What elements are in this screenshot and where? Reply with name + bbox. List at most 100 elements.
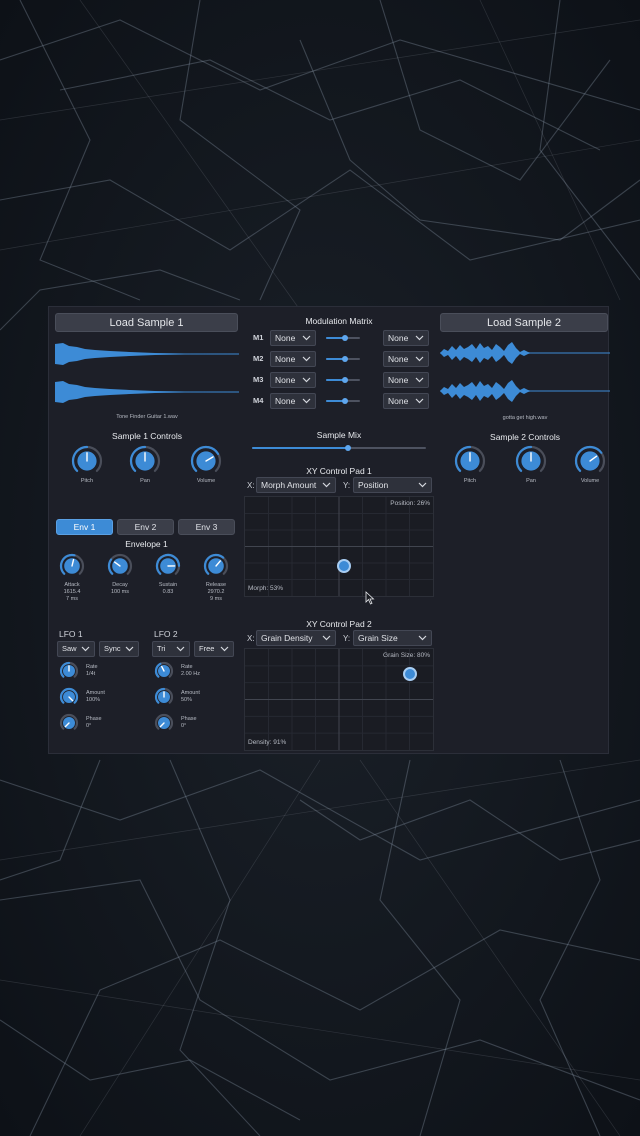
tab-env-3[interactable]: Env 3 bbox=[178, 519, 235, 535]
lfo1-amount-knob[interactable] bbox=[59, 687, 79, 707]
xy-pad-1-y-prefix: Y: bbox=[343, 481, 351, 490]
mod-amount-thumb[interactable] bbox=[341, 335, 348, 341]
lfo1-mode-dropdown[interactable]: Sync bbox=[99, 641, 139, 657]
lfo1-rate-knob[interactable] bbox=[59, 661, 79, 681]
mod-dest-dropdown[interactable]: None bbox=[383, 393, 429, 409]
sample2-pitch-knob[interactable] bbox=[454, 445, 486, 477]
mod-dest-dropdown[interactable]: None bbox=[383, 330, 429, 346]
mod-amount-thumb[interactable] bbox=[341, 377, 348, 383]
envelope-attack-value-2: 7 ms bbox=[66, 596, 78, 602]
mod-source-value: None bbox=[275, 396, 296, 406]
mod-row-label: M4 bbox=[253, 396, 264, 405]
chevron-down-icon bbox=[125, 646, 134, 652]
sample-1-controls-title: Sample 1 Controls bbox=[112, 431, 182, 441]
envelope-decay-knob[interactable] bbox=[107, 553, 133, 579]
lfo2-phase-knob-graphic bbox=[154, 713, 174, 730]
sample1-pan-knob[interactable] bbox=[129, 445, 161, 477]
mod-dest-dropdown[interactable]: None bbox=[383, 372, 429, 388]
sample2-pan-knob[interactable] bbox=[515, 445, 547, 477]
chevron-down-icon bbox=[302, 398, 311, 404]
xy-pad-2-y-dropdown[interactable]: Grain Size bbox=[353, 630, 432, 646]
lfo2-rate-knob[interactable] bbox=[154, 661, 174, 681]
lfo1-phase-knob[interactable] bbox=[59, 713, 79, 733]
lfo1-amount-knob-graphic bbox=[59, 687, 79, 704]
mod-source-dropdown[interactable]: None bbox=[270, 330, 316, 346]
xy-pad-2-x-value: Grain Density bbox=[261, 633, 313, 643]
mod-source-dropdown[interactable]: None bbox=[270, 351, 316, 367]
mod-row-label: M3 bbox=[253, 375, 264, 384]
mod-source-value: None bbox=[275, 354, 296, 364]
lfo2-amount-knob[interactable] bbox=[154, 687, 174, 707]
lfo2-mode-dropdown[interactable]: Free bbox=[194, 641, 234, 657]
mod-source-dropdown[interactable]: None bbox=[270, 372, 316, 388]
lfo2-title: LFO 2 bbox=[154, 629, 178, 639]
sample-1-waveform bbox=[55, 343, 239, 403]
envelope-attack-knob[interactable] bbox=[59, 553, 85, 579]
envelope-sustain-label: Sustain bbox=[158, 582, 178, 588]
xy-pad-2[interactable]: Density: 91% Grain Size: 80% bbox=[244, 648, 434, 751]
mod-source-value: None bbox=[275, 333, 296, 343]
envelope-release-value-2: 9 ms bbox=[210, 596, 222, 602]
x-readout: Morph: 53% bbox=[248, 585, 284, 592]
envelope-title: Envelope 1 bbox=[125, 539, 168, 549]
chevron-down-icon bbox=[418, 635, 427, 641]
xy-pad-1-x-prefix: X: bbox=[247, 481, 255, 490]
chevron-down-icon bbox=[302, 356, 311, 362]
lfo2-phase-knob[interactable] bbox=[154, 713, 174, 733]
sample1-pan-label: Pan bbox=[140, 478, 150, 484]
tab-env-1[interactable]: Env 1 bbox=[56, 519, 113, 535]
xy-grid bbox=[245, 497, 433, 596]
lfo1-amount-label: Amount bbox=[86, 690, 105, 696]
sample2-pan-knob-graphic bbox=[515, 445, 547, 472]
mod-row-label: M1 bbox=[253, 333, 264, 342]
lfo1-mode-value: Sync bbox=[104, 644, 121, 653]
sample1-pitch-knob[interactable] bbox=[71, 445, 103, 477]
lfo2-phase-value: 0° bbox=[181, 723, 187, 729]
envelope-attack-value: 1615.4 bbox=[63, 589, 81, 595]
lfo1-phase-value: 0° bbox=[86, 723, 92, 729]
load-sample-2-button[interactable]: Load Sample 2 bbox=[440, 313, 608, 332]
xy-pad-1[interactable]: Morph: 53% Position: 26% bbox=[244, 496, 434, 597]
xy-pad-2-title: XY Control Pad 2 bbox=[306, 619, 372, 629]
mod-dest-dropdown[interactable]: None bbox=[383, 351, 429, 367]
xy-pad-1-y-dropdown[interactable]: Position bbox=[353, 477, 432, 493]
mod-amount-thumb[interactable] bbox=[341, 356, 348, 362]
chevron-down-icon bbox=[220, 646, 229, 652]
sample-mix-thumb[interactable] bbox=[344, 445, 351, 451]
envelope-attack-label: Attack bbox=[64, 582, 80, 588]
envelope-sustain-knob[interactable] bbox=[155, 553, 181, 579]
mod-amount-thumb[interactable] bbox=[341, 398, 348, 404]
xy-pad-2-y-prefix: Y: bbox=[343, 634, 351, 643]
chevron-down-icon bbox=[81, 646, 90, 652]
envelope-decay-label: Decay bbox=[112, 582, 128, 588]
lfo2-rate-value: 2.00 Hz bbox=[181, 671, 200, 677]
envelope-sustain-value: 0.83 bbox=[162, 589, 174, 595]
mouse-cursor-icon bbox=[365, 591, 375, 605]
lfo1-phase-label: Phase bbox=[86, 716, 102, 722]
sample2-volume-label: Volume bbox=[580, 478, 600, 484]
envelope-decay-value: 100 ms bbox=[110, 589, 130, 595]
xy-handle[interactable] bbox=[402, 667, 417, 681]
load-sample-1-button[interactable]: Load Sample 1 bbox=[55, 313, 238, 332]
xy-pad-1-x-dropdown[interactable]: Morph Amount bbox=[256, 477, 336, 493]
y-readout: Position: 26% bbox=[390, 500, 430, 507]
chevron-down-icon bbox=[415, 335, 424, 341]
sample-2-waveform bbox=[440, 342, 610, 402]
sample-1-file-name: Tone Finder Guitar 1.wav bbox=[116, 414, 178, 420]
lfo1-rate-knob-graphic bbox=[59, 661, 79, 678]
lfo2-amount-label: Amount bbox=[181, 690, 200, 696]
mod-source-dropdown[interactable]: None bbox=[270, 393, 316, 409]
lfo1-shape-dropdown[interactable]: Saw bbox=[57, 641, 95, 657]
mod-dest-value: None bbox=[388, 375, 409, 385]
chevron-down-icon bbox=[322, 635, 331, 641]
chevron-down-icon bbox=[176, 646, 185, 652]
lfo2-shape-dropdown[interactable]: Tri bbox=[152, 641, 190, 657]
envelope-release-knob[interactable] bbox=[203, 553, 229, 579]
sample1-pan-knob-graphic bbox=[129, 445, 161, 472]
lfo2-rate-knob-graphic bbox=[154, 661, 174, 678]
sample1-volume-knob[interactable] bbox=[190, 445, 222, 477]
sample2-volume-knob[interactable] bbox=[574, 445, 606, 477]
tab-env-2[interactable]: Env 2 bbox=[117, 519, 174, 535]
xy-pad-2-x-dropdown[interactable]: Grain Density bbox=[256, 630, 336, 646]
sample1-volume-knob-graphic bbox=[190, 445, 222, 472]
